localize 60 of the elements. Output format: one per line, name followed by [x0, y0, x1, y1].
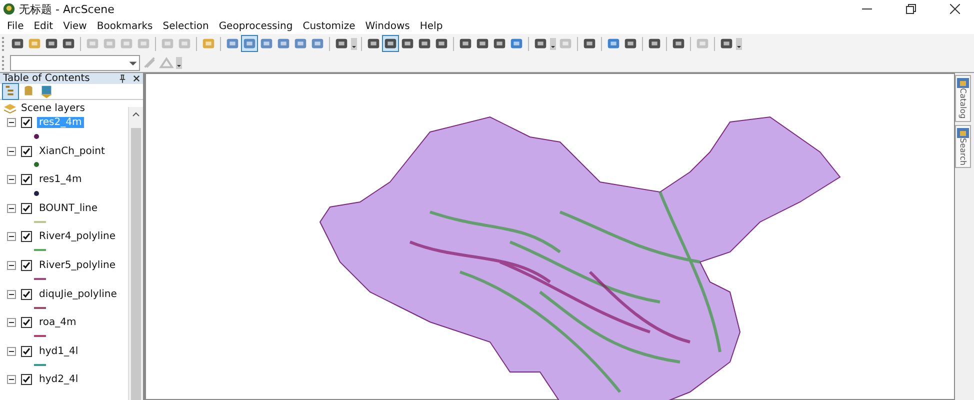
side-tab[interactable]: Catalog: [955, 75, 971, 122]
collapse-icon[interactable]: [7, 290, 16, 299]
scroll-up-icon[interactable]: [132, 111, 140, 117]
layer-name[interactable]: River4_polyline: [37, 231, 118, 242]
collapse-icon[interactable]: [7, 260, 16, 270]
layer-name[interactable]: BOUNT_line: [37, 202, 100, 214]
list-by-visibility-icon[interactable]: [39, 84, 54, 99]
menu-item[interactable]: Bookmarks: [92, 20, 158, 32]
layer-name[interactable]: River5_polyline: [37, 260, 118, 271]
menu-item[interactable]: View: [58, 20, 92, 32]
map-view[interactable]: [145, 73, 955, 400]
window-title: 无标题 - ArcScene: [19, 2, 114, 16]
checkbox[interactable]: [21, 317, 32, 328]
checkbox[interactable]: [21, 374, 32, 386]
checkbox[interactable]: [21, 288, 32, 300]
layer-name[interactable]: hyd2_4l: [37, 374, 80, 386]
panel-title: Table of Contents: [3, 73, 91, 84]
dropdown-icon[interactable]: [736, 38, 742, 50]
checkbox[interactable]: [21, 117, 32, 128]
close-icon[interactable]: [133, 74, 140, 83]
checkbox[interactable]: [21, 174, 32, 186]
scrollbar[interactable]: [128, 107, 143, 400]
checkbox[interactable]: [21, 346, 32, 357]
collapse-icon[interactable]: [7, 232, 16, 242]
collapse-icon[interactable]: [7, 118, 16, 127]
dropdown-icon[interactable]: [550, 38, 556, 50]
layer-name[interactable]: roa_4m: [37, 317, 78, 328]
restore-icon[interactable]: [906, 4, 916, 14]
layer-name[interactable]: res1_4m: [37, 174, 84, 186]
collapse-icon[interactable]: [7, 346, 16, 356]
menu-item[interactable]: Help: [414, 20, 448, 32]
dropdown-icon[interactable]: [176, 56, 182, 68]
layer-name[interactable]: hyd1_4l: [37, 346, 80, 357]
layer-name[interactable]: XianCh_point: [37, 146, 107, 157]
panel-icon: [957, 78, 969, 88]
menu-item[interactable]: Customize: [298, 20, 360, 32]
pin-icon[interactable]: [119, 74, 126, 83]
menu-item[interactable]: Geoprocessing: [214, 20, 298, 32]
checkbox[interactable]: [21, 231, 32, 242]
collapse-icon[interactable]: [7, 375, 16, 384]
checkbox[interactable]: [21, 146, 32, 157]
collapse-icon[interactable]: [7, 318, 16, 328]
menu-item[interactable]: File: [2, 20, 29, 32]
collapse-icon[interactable]: [7, 146, 16, 156]
collapse-icon[interactable]: [7, 204, 16, 213]
layer-name[interactable]: diquJie_polyline: [37, 288, 119, 300]
layers-icon: [3, 102, 17, 114]
panel-icon: [957, 128, 969, 138]
collapse-icon[interactable]: [7, 175, 16, 184]
tree-root[interactable]: Scene layers: [21, 103, 85, 114]
checkbox[interactable]: [21, 260, 32, 271]
menu-item[interactable]: Selection: [158, 20, 214, 32]
side-tab[interactable]: Search: [955, 124, 971, 168]
checkbox[interactable]: [21, 202, 32, 214]
list-by-drawing-order-icon[interactable]: [3, 84, 18, 99]
menu-item[interactable]: Windows: [360, 20, 415, 32]
dropdown-icon[interactable]: [351, 38, 357, 50]
close-icon[interactable]: [950, 4, 960, 14]
menu-item[interactable]: Edit: [28, 20, 58, 32]
app-icon: [3, 3, 15, 15]
